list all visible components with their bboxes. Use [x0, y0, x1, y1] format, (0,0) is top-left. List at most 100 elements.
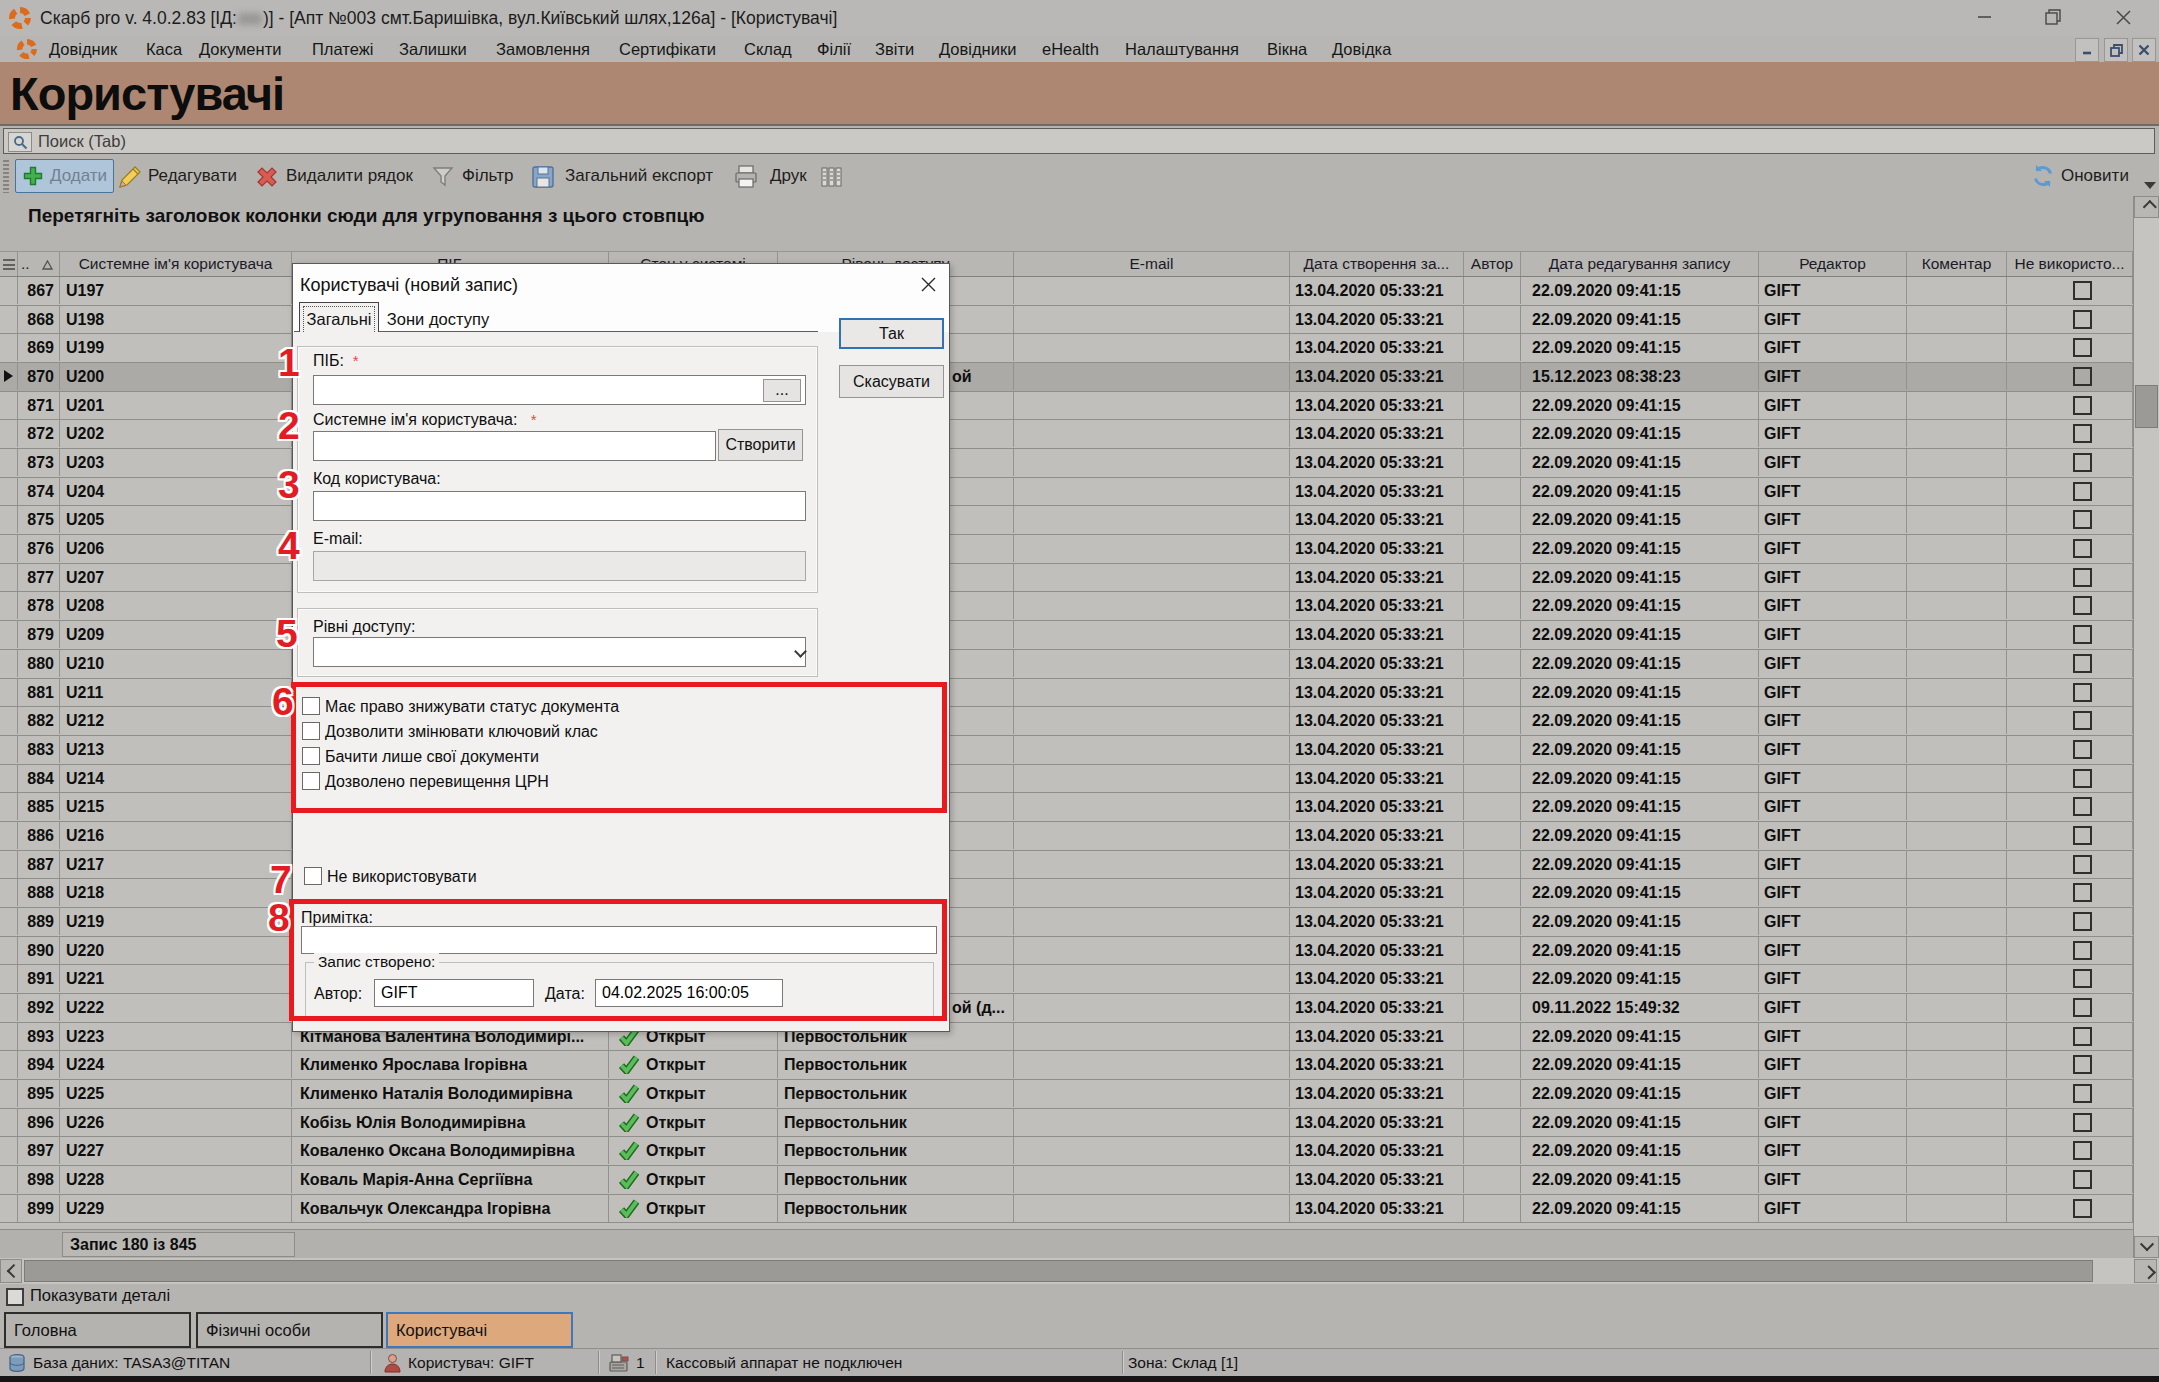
- not-used-checkbox[interactable]: [2073, 883, 2092, 902]
- not-used-checkbox[interactable]: [2073, 596, 2092, 615]
- window-minimize-button[interactable]: [1962, 0, 2008, 34]
- menu-item-7[interactable]: Сертифікати: [619, 36, 716, 62]
- not-used-checkbox[interactable]: [2073, 453, 2092, 472]
- not-use-checkbox[interactable]: [304, 867, 322, 885]
- refresh-dropdown-caret[interactable]: [2144, 182, 2156, 189]
- table-row-894[interactable]: 894U224Клименко Ярослава ІгорівнаОткрытП…: [0, 1051, 2133, 1080]
- table-row-896[interactable]: 896U226Кобізь Юлія ВолодимирівнаОткрытПе…: [0, 1109, 2133, 1138]
- not-used-checkbox[interactable]: [2073, 797, 2092, 816]
- scroll-up-button[interactable]: [2134, 196, 2159, 218]
- delete-row-button[interactable]: Видалити рядок: [286, 156, 413, 196]
- menu-item-9[interactable]: Філії: [817, 36, 851, 62]
- document-tab-3[interactable]: Користувачі: [386, 1312, 573, 1348]
- menu-item-13[interactable]: Налаштування: [1125, 36, 1239, 62]
- not-used-checkbox[interactable]: [2073, 1141, 2092, 1160]
- not-used-checkbox[interactable]: [2073, 396, 2092, 415]
- not-used-checkbox[interactable]: [2073, 482, 2092, 501]
- menu-item-5[interactable]: Залишки: [399, 36, 467, 62]
- create-button[interactable]: Створити: [718, 429, 803, 461]
- not-used-checkbox[interactable]: [2073, 510, 2092, 529]
- menu-item-1[interactable]: Довідник: [49, 36, 117, 62]
- menu-item-8[interactable]: Склад: [744, 36, 792, 62]
- mdi-restore-button[interactable]: [2104, 38, 2128, 62]
- toolbar-grip[interactable]: [3, 159, 9, 193]
- not-used-checkbox[interactable]: [2073, 338, 2092, 357]
- column-header-author[interactable]: Автор: [1464, 252, 1521, 276]
- document-tab-1[interactable]: Головна: [4, 1312, 191, 1348]
- window-close-button[interactable]: [2100, 0, 2146, 34]
- scroll-down-button[interactable]: [2134, 1236, 2159, 1258]
- not-used-checkbox[interactable]: [2073, 281, 2092, 300]
- show-details-checkbox[interactable]: [6, 1288, 24, 1306]
- email-input[interactable]: [313, 551, 806, 581]
- mdi-close-button[interactable]: [2132, 38, 2156, 62]
- dialog-close-button[interactable]: [917, 273, 939, 295]
- column-header-num[interactable]: ..: [18, 252, 60, 276]
- scroll-left-button[interactable]: [0, 1259, 22, 1283]
- horizontal-scrollbar[interactable]: [0, 1258, 2159, 1284]
- menu-item-3[interactable]: Документи: [199, 36, 281, 62]
- menu-item-2[interactable]: Каса: [146, 36, 182, 62]
- column-header-edited[interactable]: Дата редагування запису: [1521, 252, 1759, 276]
- edit-button[interactable]: Редагувати: [148, 156, 237, 196]
- column-header-sysname[interactable]: Системне ім'я користувача: [60, 252, 292, 276]
- filter-button[interactable]: Фільтр: [462, 156, 513, 196]
- menu-item-6[interactable]: Замовлення: [496, 36, 590, 62]
- column-header-notused[interactable]: Не використо...: [2007, 252, 2133, 276]
- tab-access-zones[interactable]: Зони доступу: [383, 309, 493, 332]
- ok-button[interactable]: Так: [839, 318, 944, 349]
- pib-input[interactable]: [313, 375, 806, 405]
- not-used-checkbox[interactable]: [2073, 424, 2092, 443]
- search-icon-box[interactable]: [8, 132, 32, 152]
- not-used-checkbox[interactable]: [2073, 1055, 2092, 1074]
- not-used-checkbox[interactable]: [2073, 711, 2092, 730]
- column-header-created[interactable]: Дата створення за...: [1290, 252, 1464, 276]
- search-input[interactable]: Поиск (Tab): [3, 128, 2155, 154]
- not-used-checkbox[interactable]: [2073, 683, 2092, 702]
- not-used-checkbox[interactable]: [2073, 941, 2092, 960]
- menu-item-12[interactable]: eHealth: [1042, 36, 1099, 62]
- sysname-input[interactable]: [313, 431, 716, 461]
- not-used-checkbox[interactable]: [2073, 568, 2092, 587]
- not-used-checkbox[interactable]: [2073, 310, 2092, 329]
- not-used-checkbox[interactable]: [2073, 740, 2092, 759]
- not-used-checkbox[interactable]: [2073, 1170, 2092, 1189]
- not-used-checkbox[interactable]: [2073, 826, 2092, 845]
- table-row-895[interactable]: 895U225Клименко Наталія ВолодимирівнаОтк…: [0, 1080, 2133, 1109]
- menu-item-14[interactable]: Вікна: [1267, 36, 1307, 62]
- menu-item-4[interactable]: Платежі: [312, 36, 373, 62]
- export-button[interactable]: Загальний експорт: [565, 156, 713, 196]
- vertical-scroll-thumb[interactable]: [2135, 385, 2158, 428]
- not-used-checkbox[interactable]: [2073, 1199, 2092, 1218]
- column-chooser-icon[interactable]: [3, 259, 15, 270]
- user-code-input[interactable]: [313, 491, 806, 521]
- scroll-right-button[interactable]: [2134, 1259, 2157, 1283]
- menu-item-11[interactable]: Довідники: [939, 36, 1016, 62]
- pib-browse-button[interactable]: ...: [763, 379, 801, 402]
- not-used-checkbox[interactable]: [2073, 539, 2092, 558]
- not-used-checkbox[interactable]: [2073, 625, 2092, 644]
- table-row-898[interactable]: 898U228Коваль Марія-Анна СергіївнаОткрыт…: [0, 1166, 2133, 1195]
- not-used-checkbox[interactable]: [2073, 769, 2092, 788]
- not-used-checkbox[interactable]: [2073, 969, 2092, 988]
- print-button[interactable]: Друк: [770, 156, 807, 196]
- table-row-899[interactable]: 899U229Ковальчук Олександра ІгорівнаОткр…: [0, 1195, 2133, 1224]
- menu-item-10[interactable]: Звіти: [875, 36, 914, 62]
- cancel-button[interactable]: Скасувати: [839, 365, 944, 398]
- not-used-checkbox[interactable]: [2073, 855, 2092, 874]
- table-row-897[interactable]: 897U227Коваленко Оксана ВолодимирівнаОтк…: [0, 1137, 2133, 1166]
- refresh-button[interactable]: Оновити: [2061, 156, 2129, 196]
- vertical-scrollbar[interactable]: [2133, 196, 2159, 1262]
- window-restore-button[interactable]: [2030, 0, 2076, 34]
- menu-item-15[interactable]: Довідка: [1332, 36, 1391, 62]
- horizontal-scroll-thumb[interactable]: [24, 1260, 2093, 1282]
- column-header-comment[interactable]: Коментар: [1907, 252, 2007, 276]
- not-used-checkbox[interactable]: [2073, 1027, 2092, 1046]
- mdi-minimize-button[interactable]: [2075, 38, 2099, 62]
- levels-combo[interactable]: [313, 637, 806, 667]
- not-used-checkbox[interactable]: [2073, 912, 2092, 931]
- tab-general[interactable]: Загальні: [299, 302, 379, 332]
- column-header-email[interactable]: E-mail: [1014, 252, 1290, 276]
- not-used-checkbox[interactable]: [2073, 1084, 2092, 1103]
- not-used-checkbox[interactable]: [2073, 998, 2092, 1017]
